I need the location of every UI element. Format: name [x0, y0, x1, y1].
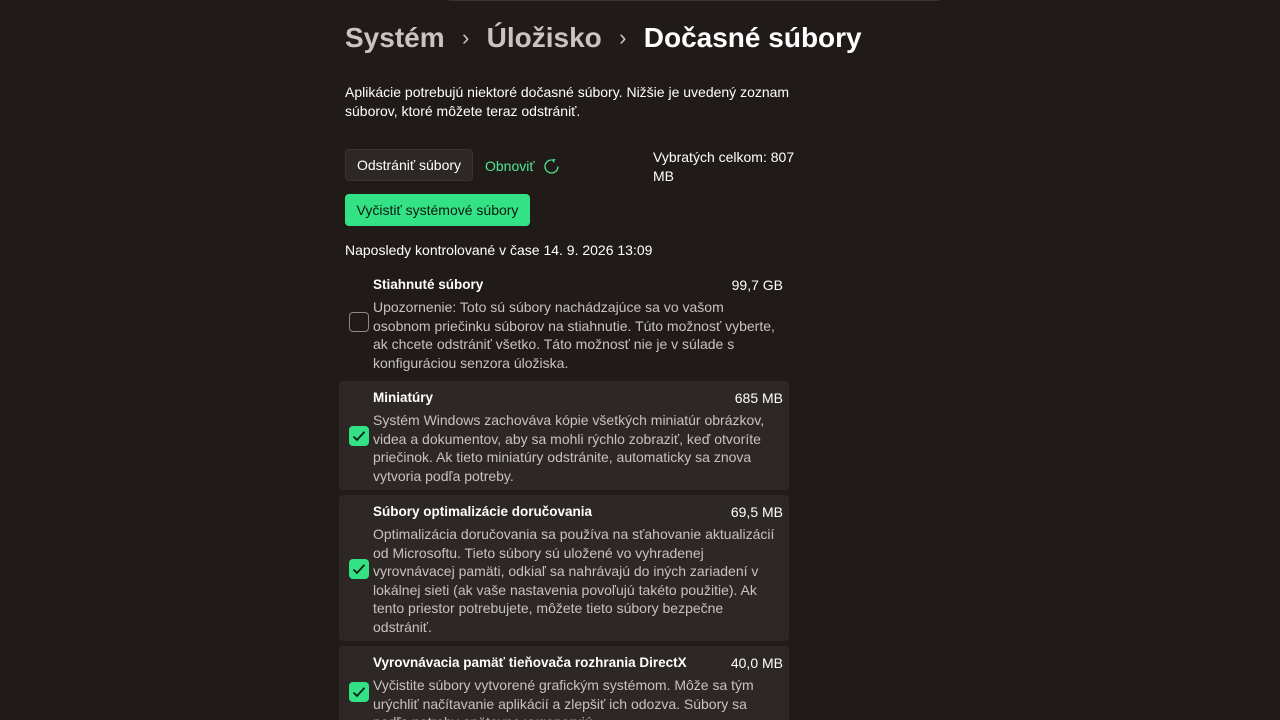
settings-page: Systém › Úložisko › Dočasné súbory Aplik… — [0, 0, 1280, 720]
list-item-delivery-optimization[interactable]: Súbory optimalizácie doručovania 69,5 MB… — [339, 495, 789, 641]
item-description: Systém Windows zachováva kópie všetkých … — [373, 412, 765, 484]
item-title: Stiahnuté súbory — [373, 277, 484, 292]
item-size: 685 MB — [734, 390, 783, 406]
top-divider — [449, 0, 939, 1]
page-description: Aplikácie potrebujú niektoré dočasné súb… — [345, 84, 790, 119]
refresh-button[interactable]: Obnoviť — [485, 156, 560, 176]
item-title: Súbory optimalizácie doručovania — [373, 504, 593, 519]
list-item-thumbnails[interactable]: Miniatúry 685 MB Systém Windows zachováv… — [339, 381, 789, 490]
item-description: Optimalizácia doručovania sa používa na … — [373, 526, 775, 635]
list-item-downloads[interactable]: Stiahnuté súbory 99,7 GB Upozornenie: To… — [339, 268, 789, 376]
delivery-optimization-checkbox[interactable] — [349, 559, 369, 579]
last-checked-text: Naposledy kontrolované v čase 14. 9. 202… — [345, 242, 653, 258]
item-title: Miniatúry — [373, 390, 434, 405]
remove-files-button[interactable]: Odstrániť súbory — [345, 149, 473, 181]
clean-system-files-button[interactable]: Vyčistiť systémové súbory — [345, 194, 530, 226]
item-description: Vyčistite súbory vytvorené grafickým sys… — [373, 677, 754, 720]
check-icon — [352, 564, 366, 575]
downloads-checkbox[interactable] — [349, 312, 369, 332]
item-size: 69,5 MB — [730, 504, 783, 520]
item-title: Vyrovnávacia pamäť tieňovača rozhrania D… — [373, 655, 687, 670]
selected-total: Vybratých celkom: 807 MB — [653, 149, 795, 184]
check-icon — [352, 687, 366, 698]
check-icon — [352, 431, 366, 442]
chevron-right-icon: › — [461, 25, 470, 50]
breadcrumb: Systém › Úložisko › Dočasné súbory — [345, 18, 862, 58]
list-item-directx-shader-cache[interactable]: Vyrovnávacia pamäť tieňovača rozhrania D… — [339, 646, 789, 720]
refresh-icon — [543, 158, 559, 174]
refresh-label: Obnoviť — [485, 158, 535, 174]
breadcrumb-item-system[interactable]: Systém — [345, 22, 445, 54]
item-size: 40,0 MB — [730, 655, 783, 671]
item-size: 99,7 GB — [731, 277, 783, 293]
thumbnails-checkbox[interactable] — [349, 426, 369, 446]
page-title: Dočasné súbory — [643, 22, 862, 53]
breadcrumb-item-storage[interactable]: Úložisko — [487, 22, 602, 54]
chevron-right-icon: › — [619, 25, 627, 50]
item-description: Upozornenie: Toto sú súbory nachádzajúce… — [373, 299, 775, 371]
directx-shader-cache-checkbox[interactable] — [349, 682, 369, 702]
